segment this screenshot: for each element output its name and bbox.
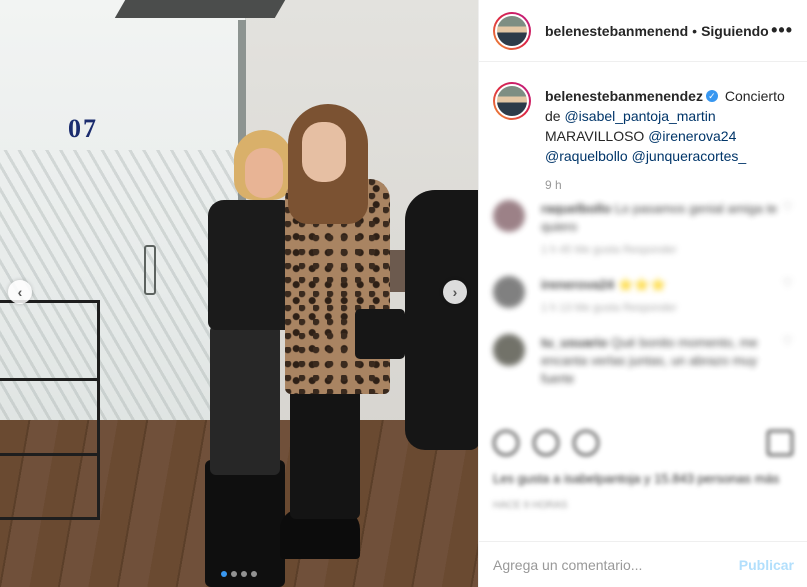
avatar[interactable] — [493, 200, 525, 232]
post-side-panel: belenestebanmenend • Siguiendo ••• belen… — [478, 0, 807, 587]
comment-username[interactable]: raquelbollo — [541, 201, 611, 216]
share-icon[interactable] — [573, 430, 599, 456]
carousel-prev-button[interactable]: ‹ — [8, 280, 32, 304]
comment-meta: 1 h 45 Me gusta Responder — [541, 244, 677, 256]
door-handle — [144, 245, 156, 295]
handbag — [355, 309, 405, 359]
mention-link[interactable]: @raquelbollo — [545, 148, 628, 164]
comment-icon[interactable] — [533, 430, 559, 456]
list-item: tu_usuario Qué bonito momento, me encant… — [493, 334, 793, 388]
chevron-left-icon: ‹ — [17, 284, 23, 300]
mention-link[interactable]: @isabel_pantoja_martin — [564, 108, 715, 124]
list-item: raquelbollo Lo pasamos genial amiga te q… — [493, 200, 793, 256]
carousel-indicator — [0, 571, 478, 577]
carousel-dot — [241, 571, 247, 577]
comment-text: ⭐⭐⭐ — [617, 277, 667, 292]
heart-icon[interactable]: ♡ — [782, 276, 793, 314]
avatar[interactable] — [493, 334, 525, 366]
verified-badge-icon: ✓ — [705, 90, 718, 103]
bookmark-icon[interactable] — [767, 430, 793, 456]
post-header: belenestebanmenend • Siguiendo ••• — [479, 0, 807, 62]
carousel-dot — [221, 571, 227, 577]
post-caption: belenestebanmenendez ✓ Concierto de @isab… — [479, 62, 807, 166]
metal-shelf — [0, 300, 100, 520]
post-photo[interactable]: 07 ‹ › — [0, 0, 478, 587]
carousel-dot — [251, 571, 257, 577]
heart-icon[interactable]: ♡ — [782, 200, 793, 256]
avatar[interactable] — [493, 82, 531, 120]
comments-list: raquelbollo Lo pasamos genial amiga te q… — [493, 200, 793, 408]
chevron-right-icon: › — [452, 284, 458, 300]
publish-button[interactable]: Publicar — [739, 557, 794, 573]
carousel-next-button[interactable]: › — [443, 280, 467, 304]
header-username[interactable]: belenestebanmenend — [545, 23, 688, 39]
more-options-icon[interactable]: ••• — [771, 20, 793, 41]
post-actions — [493, 430, 793, 456]
door-number: 07 — [68, 114, 98, 143]
avatar[interactable] — [493, 11, 531, 50]
following-button[interactable]: Siguiendo — [701, 23, 769, 39]
comment-username[interactable]: tu_usuario — [541, 335, 607, 350]
caption-text: MARAVILLOSO — [545, 128, 645, 144]
header-separator: • — [692, 22, 698, 39]
carousel-dot — [231, 571, 237, 577]
ceiling-beam — [114, 0, 286, 18]
list-item: irenerova24 ⭐⭐⭐ 1 h 13 Me gusta Responde… — [493, 276, 793, 314]
comment-username[interactable]: irenerova24 — [541, 277, 614, 292]
comment-form: Publicar — [479, 541, 807, 587]
post-date: HACE 9 HORAS — [493, 500, 568, 511]
post-timestamp[interactable]: 9 h — [545, 178, 807, 192]
comment-meta: 1 h 13 Me gusta Responder — [541, 302, 677, 314]
like-icon[interactable] — [493, 430, 519, 456]
heart-icon[interactable]: ♡ — [782, 334, 793, 388]
mention-link[interactable]: @junqueracortes_ — [632, 148, 747, 164]
likes-summary: Les gusta a isabelpantoja y 15.843 perso… — [493, 470, 793, 514]
caption-username[interactable]: belenestebanmenendez — [545, 88, 703, 104]
mention-link[interactable]: @irenerova24 — [648, 128, 736, 144]
person-right — [280, 104, 405, 574]
likes-text[interactable]: Les gusta a isabelpantoja y 15.843 perso… — [493, 470, 793, 487]
avatar[interactable] — [493, 276, 525, 308]
hanging-coat — [405, 190, 478, 450]
comment-input[interactable] — [493, 556, 739, 573]
